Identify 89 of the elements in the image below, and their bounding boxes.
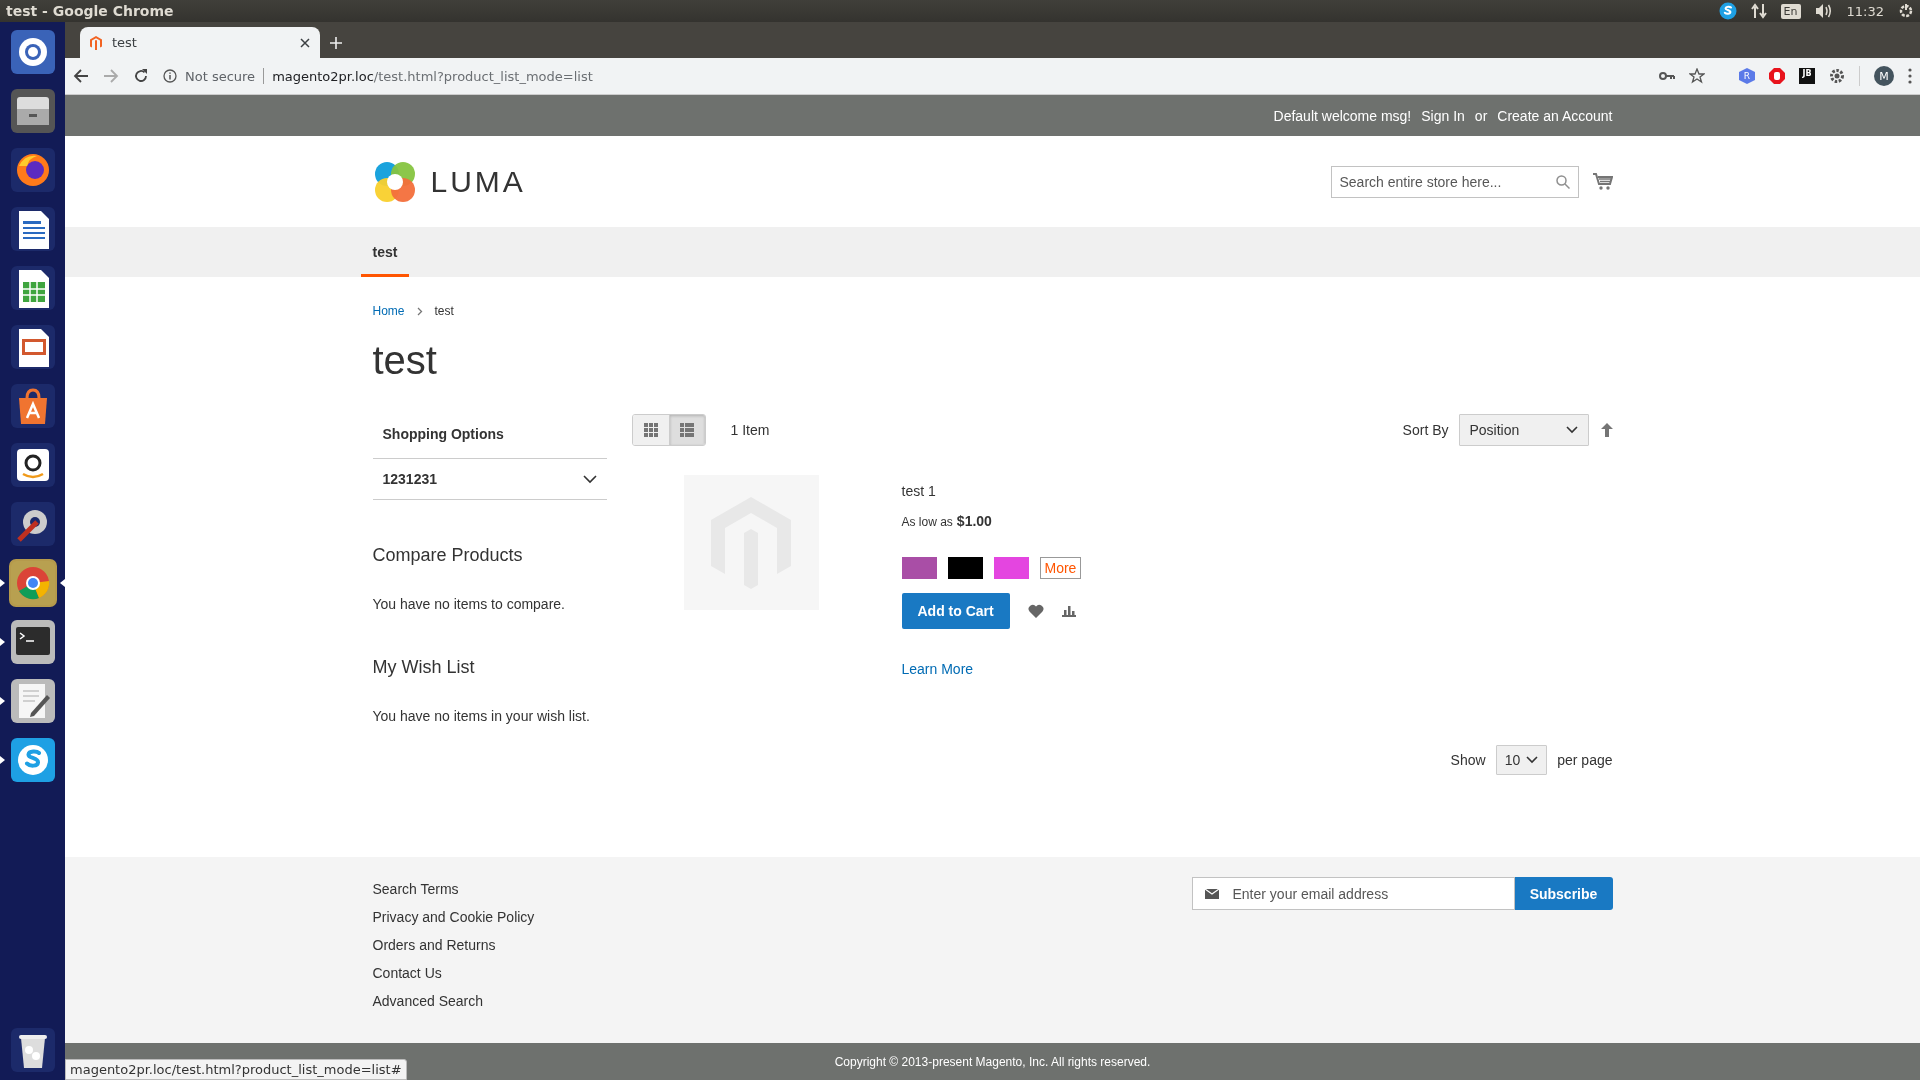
- impress-launcher-icon[interactable]: [8, 323, 57, 371]
- list-view-icon: [680, 423, 694, 437]
- breadcrumb-current: test: [434, 304, 454, 318]
- subscribe-button[interactable]: Subscribe: [1514, 877, 1613, 910]
- profile-avatar[interactable]: M: [1874, 66, 1894, 86]
- view-mode-button[interactable]: [632, 415, 669, 445]
- color-swatch[interactable]: [901, 557, 937, 579]
- logo-icon[interactable]: [372, 159, 417, 204]
- sidebar-heading: Shopping Options: [381, 425, 505, 444]
- limiter-suffix: per page: [1557, 752, 1613, 768]
- back-icon[interactable]: [73, 68, 89, 84]
- chevron-down-icon: [1526, 756, 1539, 764]
- address-field[interactable]: magento2pr.loc/test.html?product_list_mode=list: [272, 68, 593, 84]
- info-icon[interactable]: [163, 69, 177, 83]
- key-icon[interactable]: [1659, 71, 1675, 81]
- footer-link[interactable]: Search Terms: [372, 881, 535, 897]
- color-swatch[interactable]: [993, 557, 1029, 579]
- page-title: test: [372, 337, 438, 384]
- extension-icon[interactable]: R: [1739, 68, 1755, 84]
- extension-icon[interactable]: JB: [1799, 68, 1815, 84]
- footer-link[interactable]: Contact Us: [372, 965, 535, 981]
- chevron-right-icon: [416, 306, 423, 316]
- security-label[interactable]: Not secure: [185, 68, 256, 84]
- create-account-link[interactable]: Create an Account: [1497, 107, 1613, 124]
- item-count: 1 Item: [730, 422, 770, 438]
- filter-dropdown[interactable]: 1231231: [372, 458, 607, 500]
- sort-select[interactable]: Position: [1458, 414, 1589, 446]
- sort-direction-icon[interactable]: [1600, 423, 1613, 437]
- magento-favicon-icon: [90, 35, 102, 50]
- limiter-label: Show: [1450, 752, 1486, 768]
- email-field[interactable]: Enter your email address: [1191, 877, 1515, 910]
- heart-icon[interactable]: [1027, 604, 1044, 618]
- grid-view-icon: [643, 423, 658, 437]
- compare-icon[interactable]: [1061, 605, 1076, 617]
- welcome-message: Default welcome msg!: [1273, 107, 1412, 124]
- clock[interactable]: 11:32: [1846, 3, 1884, 19]
- footer-link[interactable]: Advanced Search: [372, 993, 535, 1009]
- calc-launcher-icon[interactable]: [8, 264, 57, 312]
- empty-message: You have no items in your wish list.: [372, 708, 591, 724]
- firefox-launcher-icon[interactable]: [8, 146, 57, 194]
- close-icon[interactable]: [300, 37, 310, 48]
- nav-item[interactable]: test: [360, 227, 410, 277]
- software-launcher-icon[interactable]: [8, 382, 57, 430]
- logo-text[interactable]: LUMA: [430, 164, 526, 199]
- product-price: As low as $1.00: [901, 513, 993, 529]
- new-tab-icon[interactable]: [330, 37, 342, 49]
- sign-in-link[interactable]: Sign In: [1421, 107, 1465, 124]
- editor-launcher-icon[interactable]: [8, 677, 57, 725]
- skype-tray-icon[interactable]: [1718, 2, 1737, 20]
- network-icon[interactable]: [1750, 3, 1767, 19]
- browser-tab[interactable]: test: [80, 27, 320, 58]
- sidebar-heading: Compare Products: [372, 545, 524, 566]
- ubuntu-launcher-icon[interactable]: [8, 28, 57, 76]
- empty-message: You have no items to compare.: [372, 596, 566, 612]
- view-mode-button[interactable]: [668, 415, 705, 445]
- sidebar-heading: My Wish List: [372, 657, 476, 678]
- chevron-down-icon: [1565, 426, 1578, 434]
- skype-launcher-icon[interactable]: [8, 736, 57, 784]
- files-launcher-icon[interactable]: [8, 87, 57, 135]
- sort-label: Sort By: [1402, 422, 1449, 438]
- cart-icon[interactable]: [1592, 172, 1613, 191]
- star-icon[interactable]: [1689, 68, 1705, 84]
- breadcrumb-link[interactable]: Home: [372, 304, 405, 318]
- footer-link[interactable]: Privacy and Cookie Policy: [372, 909, 535, 925]
- keyboard-layout[interactable]: En: [1780, 3, 1801, 19]
- chevron-down-icon: [582, 474, 597, 484]
- settings-icon[interactable]: [1898, 3, 1914, 19]
- search-icon[interactable]: [1555, 174, 1570, 189]
- or-text: or: [1474, 107, 1488, 124]
- volume-icon[interactable]: [1814, 3, 1833, 19]
- reload-icon[interactable]: [133, 68, 149, 84]
- footer-link[interactable]: Orders and Returns: [372, 937, 535, 953]
- terminal-launcher-icon[interactable]: [8, 618, 57, 666]
- chrome-launcher-icon[interactable]: [8, 559, 57, 607]
- mail-icon: [1204, 888, 1219, 899]
- status-url: magento2pr.loc/test.html?product_list_mode=list#: [65, 1059, 407, 1080]
- writer-launcher-icon[interactable]: [8, 205, 57, 253]
- page-size-select[interactable]: 10: [1495, 745, 1548, 775]
- copyright-text: Copyright © 2013-present Magento, Inc. All rights reserved.: [834, 1054, 1151, 1069]
- trash-launcher-icon[interactable]: [8, 1026, 57, 1074]
- product-name[interactable]: test 1: [901, 483, 1082, 499]
- gear-icon[interactable]: [1829, 68, 1845, 84]
- add-to-cart-button[interactable]: Add to Cart: [901, 593, 1010, 629]
- window-title: test - Google Chrome: [6, 3, 174, 19]
- stop-sign-icon[interactable]: [1769, 68, 1785, 84]
- learn-more-link[interactable]: Learn More: [901, 661, 974, 677]
- color-swatch[interactable]: [947, 557, 983, 579]
- menu-icon[interactable]: [1908, 68, 1912, 84]
- search-field[interactable]: Search entire store here...: [1330, 165, 1579, 198]
